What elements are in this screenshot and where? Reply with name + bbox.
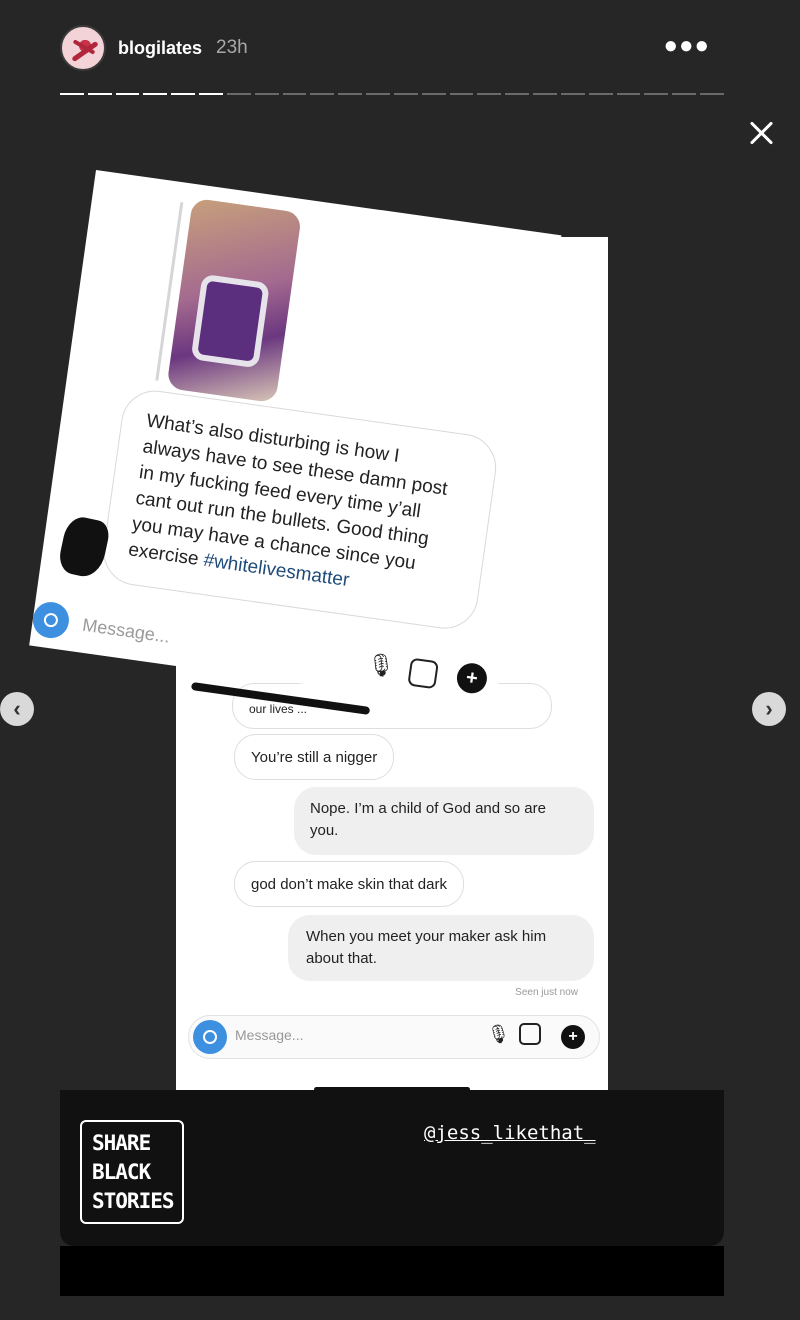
microphone-icon[interactable]: 🎙 bbox=[364, 649, 398, 683]
more-options-icon[interactable]: ●●● bbox=[664, 32, 711, 60]
mention-link[interactable]: @jess_likethat_ bbox=[424, 1122, 596, 1144]
progress-segment bbox=[199, 93, 223, 95]
seen-status: Seen just now bbox=[515, 987, 578, 998]
progress-segment bbox=[616, 93, 641, 95]
progress-segment bbox=[644, 93, 669, 95]
progress-segment bbox=[338, 93, 363, 95]
message-input[interactable]: Message... bbox=[235, 1027, 303, 1043]
progress-segment bbox=[87, 93, 112, 95]
chevron-right-icon: › bbox=[765, 696, 773, 721]
progress-segment bbox=[282, 93, 307, 95]
message-bubble: What’s also disturbing is how I always h… bbox=[98, 386, 501, 634]
progress-segment bbox=[700, 93, 724, 95]
camera-icon[interactable] bbox=[193, 1020, 227, 1054]
profile-avatar[interactable] bbox=[60, 25, 106, 71]
story-footer-bar bbox=[60, 1246, 724, 1296]
progress-segment bbox=[143, 93, 168, 95]
message-input[interactable]: Message... bbox=[81, 615, 171, 648]
progress-segment bbox=[254, 93, 279, 95]
message-bubble: god don’t make skin that dark bbox=[234, 861, 464, 907]
progress-segment bbox=[171, 93, 196, 95]
previous-story-button[interactable]: ‹ bbox=[0, 692, 34, 726]
story-progress-bar bbox=[60, 93, 724, 97]
progress-segment bbox=[449, 93, 474, 95]
gallery-icon[interactable] bbox=[407, 657, 439, 690]
progress-segment bbox=[60, 93, 84, 95]
shared-story-thumbnail bbox=[166, 197, 303, 404]
chevron-left-icon: ‹ bbox=[13, 696, 21, 721]
message-bubble: You’re still a nigger bbox=[234, 734, 395, 780]
share-black-stories-logo: SHARE BLACK STORIES bbox=[80, 1120, 184, 1224]
progress-segment bbox=[115, 93, 140, 95]
progress-segment bbox=[226, 93, 251, 95]
username[interactable]: blogilates bbox=[118, 38, 202, 59]
close-icon[interactable] bbox=[746, 118, 776, 148]
dm-screenshot-front: What’s also disturbing is how I always h… bbox=[29, 170, 562, 711]
camera-icon[interactable] bbox=[30, 599, 72, 641]
add-icon[interactable]: + bbox=[561, 1025, 585, 1049]
progress-segment bbox=[421, 93, 446, 95]
smartwatch-image bbox=[190, 273, 270, 369]
message-bubble: Nope. I’m a child of God and so are you. bbox=[294, 787, 594, 855]
progress-segment bbox=[310, 93, 335, 95]
progress-segment bbox=[672, 93, 697, 95]
microphone-icon[interactable]: 🎙 bbox=[487, 1024, 510, 1045]
story-header: blogilates 23h ●●● bbox=[60, 24, 724, 72]
progress-segment bbox=[366, 93, 390, 95]
message-input-bar[interactable]: Message... 🎙 + bbox=[188, 1015, 600, 1059]
progress-segment bbox=[588, 93, 613, 95]
progress-segment bbox=[533, 93, 557, 95]
progress-segment bbox=[560, 93, 585, 95]
progress-segment bbox=[505, 93, 530, 95]
gallery-icon[interactable] bbox=[519, 1023, 541, 1045]
next-story-button[interactable]: › bbox=[752, 692, 786, 726]
post-time: 23h bbox=[216, 37, 248, 58]
progress-segment bbox=[393, 93, 418, 95]
progress-segment bbox=[477, 93, 502, 95]
message-bubble: When you meet your maker ask him about t… bbox=[288, 915, 594, 981]
add-icon[interactable]: + bbox=[454, 661, 489, 696]
